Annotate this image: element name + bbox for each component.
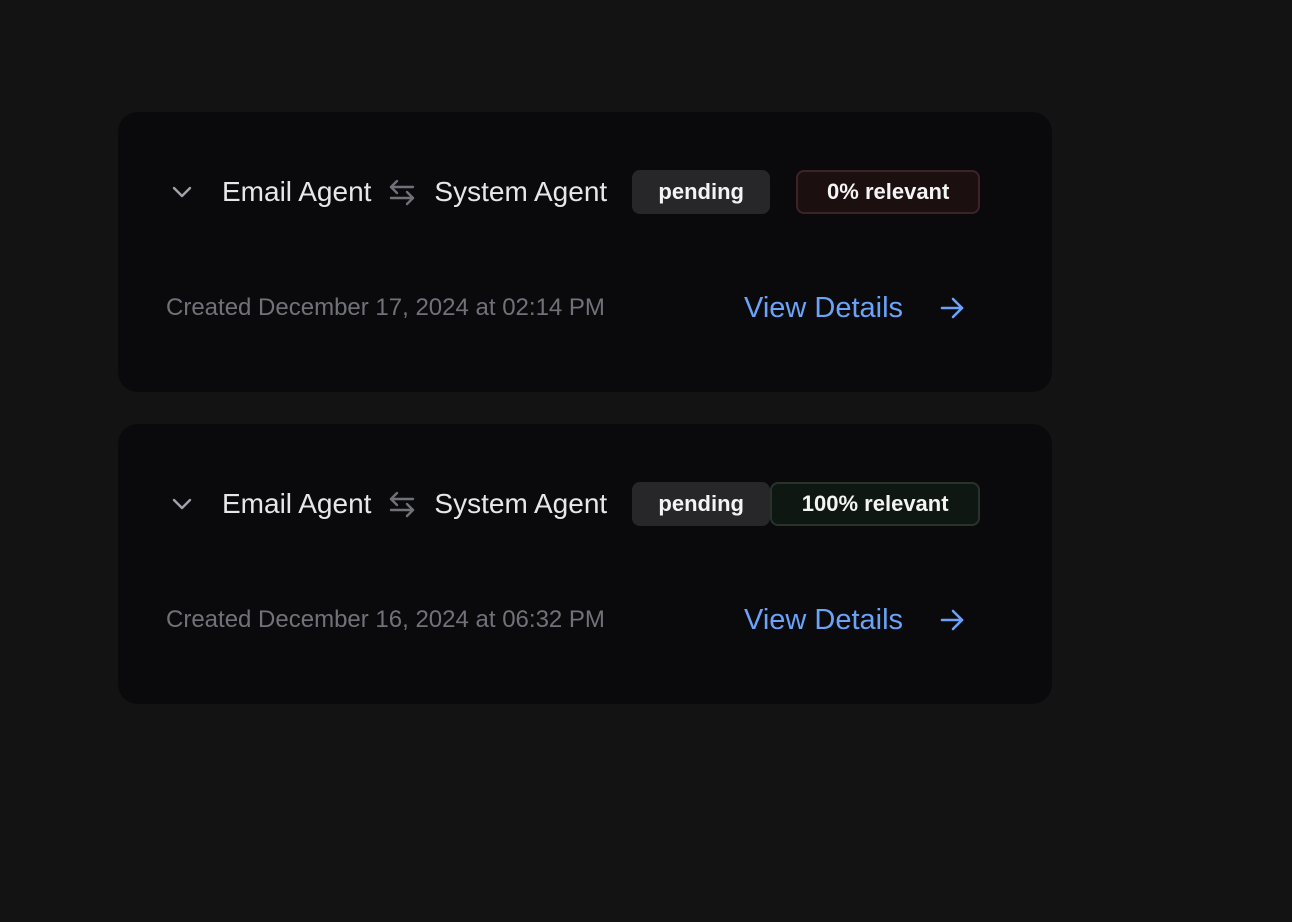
card-footer: Created December 17, 2024 at 02:14 PM Vi… (166, 288, 976, 328)
view-details-label: View Details (744, 603, 904, 636)
arrow-right-icon (937, 288, 967, 328)
relevance-badge: 0% relevant (796, 170, 981, 214)
card-footer: Created December 16, 2024 at 06:32 PM Vi… (166, 600, 976, 640)
arrow-right-icon (937, 600, 967, 640)
created-timestamp: Created December 17, 2024 at 02:14 PM (166, 294, 605, 321)
created-timestamp: Created December 16, 2024 at 06:32 PM (166, 606, 605, 633)
from-agent-name: Email Agent (222, 176, 372, 207)
status-badge: pending (632, 170, 771, 214)
view-details-label: View Details (744, 291, 904, 324)
card-header: Email Agent System Agent pending 100% re… (166, 482, 981, 526)
interaction-card: Email Agent System Agent pending 100% re… (118, 424, 1052, 704)
arrows-left-right-icon (387, 170, 417, 214)
view-details-link[interactable]: View Details (744, 288, 967, 328)
chevron-down-icon[interactable] (166, 170, 198, 214)
to-agent-name: System Agent (434, 488, 608, 519)
to-agent-name: System Agent (434, 176, 608, 207)
arrows-left-right-icon (387, 482, 417, 526)
status-badge: pending (632, 482, 771, 526)
chevron-down-icon[interactable] (166, 482, 198, 526)
interaction-card: Email Agent System Agent pending 0% rele… (118, 112, 1052, 392)
card-header: Email Agent System Agent pending 0% rele… (166, 170, 981, 214)
relevance-badge: 100% relevant (770, 482, 981, 526)
from-agent-name: Email Agent (222, 488, 372, 519)
view-details-link[interactable]: View Details (744, 600, 967, 640)
